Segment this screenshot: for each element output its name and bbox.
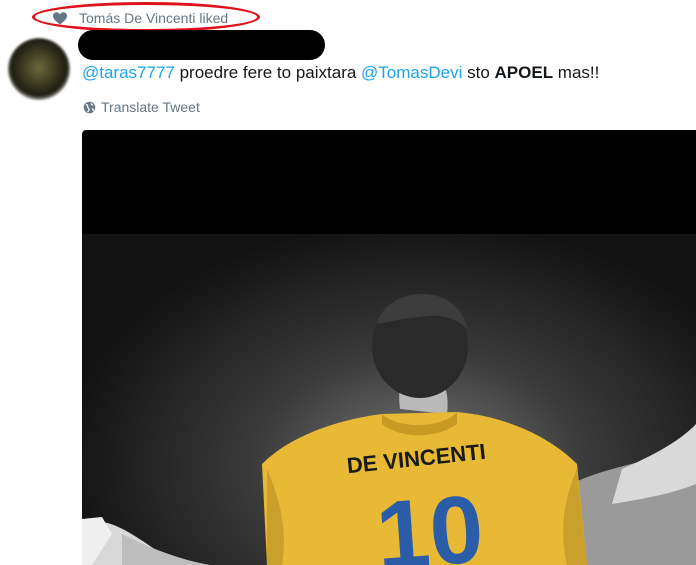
tweet-text-part: mas!! [553, 63, 600, 82]
liked-banner-text: Tomás De Vincenti liked [79, 10, 229, 26]
tweet-text-part: proedre fere to paixtara [174, 63, 362, 82]
translate-label: Translate Tweet [101, 99, 200, 115]
player-photo: DE VINCENTI 10 [82, 234, 696, 565]
mention-link[interactable]: @TomasDevi [361, 63, 462, 82]
avatar[interactable] [8, 38, 70, 100]
tweet-media-image[interactable]: DE VINCENTI 10 [82, 130, 696, 565]
tweet-text-part: sto [462, 63, 495, 82]
liked-banner[interactable]: Tomás De Vincenti liked [52, 8, 228, 28]
mention-link[interactable]: @taras7777 [82, 63, 175, 82]
heart-icon [52, 10, 68, 26]
tweet-text: @taras7777 proedre fere to paixtara @Tom… [82, 63, 599, 83]
redacted-username [78, 30, 325, 60]
tweet-bold-word: APOEL [494, 63, 554, 82]
translate-tweet-link[interactable]: Translate Tweet [83, 98, 200, 116]
globe-icon [83, 101, 96, 114]
jersey-number: 10 [373, 475, 487, 565]
